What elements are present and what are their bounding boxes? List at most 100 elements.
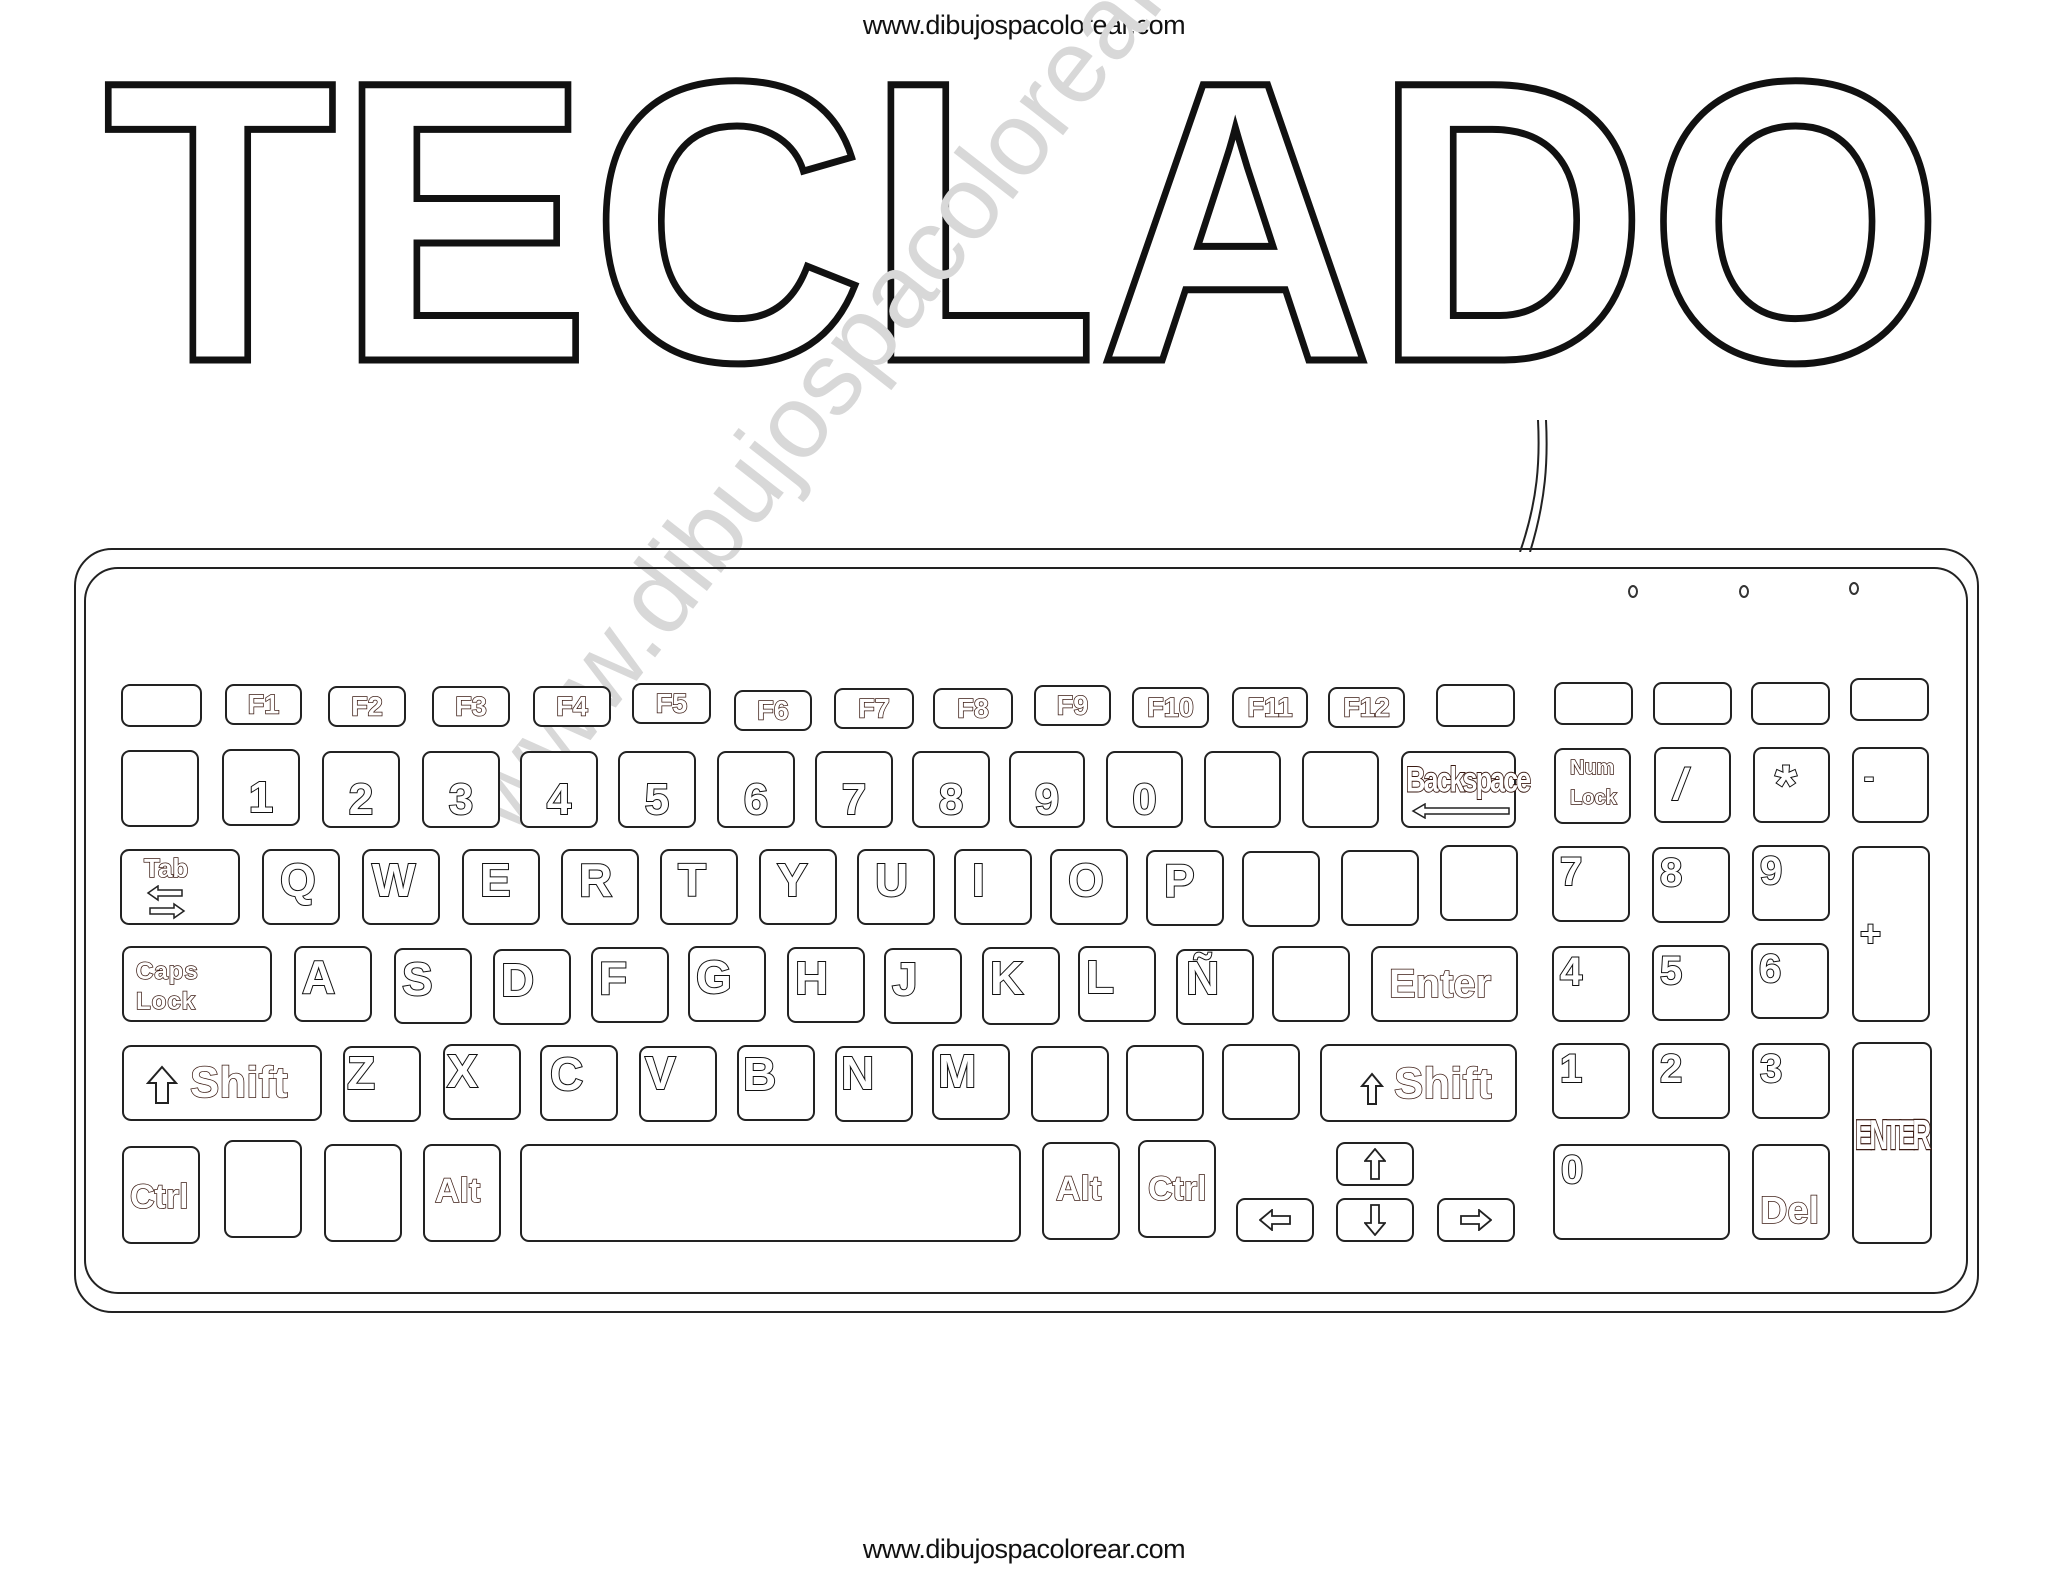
key-k[interactable]: K xyxy=(982,947,1060,1025)
key-arrow-left[interactable] xyxy=(1236,1198,1314,1242)
key-shift-right[interactable]: Shift xyxy=(1320,1044,1517,1122)
key-period[interactable] xyxy=(1126,1045,1204,1121)
key-f2[interactable]: F2 xyxy=(328,686,406,727)
key-y[interactable]: Y xyxy=(759,849,837,925)
key-ctrl-left[interactable]: Ctrl xyxy=(122,1146,200,1244)
key-w[interactable]: W xyxy=(362,849,440,925)
key-3[interactable]: 3 xyxy=(422,751,500,828)
key-numpad-0[interactable]: 0 xyxy=(1553,1144,1730,1240)
key-9[interactable]: 9 xyxy=(1009,751,1085,828)
key-h[interactable]: H xyxy=(787,947,865,1023)
key-backtick[interactable] xyxy=(121,750,199,827)
key-7[interactable]: 7 xyxy=(815,751,893,828)
key-numpad-8[interactable]: 8 xyxy=(1652,847,1730,923)
key-z[interactable]: Z xyxy=(343,1046,421,1122)
key-f7[interactable]: F7 xyxy=(834,688,914,729)
key-u[interactable]: U xyxy=(857,849,935,925)
key-p[interactable]: P xyxy=(1146,850,1224,926)
key-r[interactable]: R xyxy=(561,849,639,925)
key-arrow-down[interactable] xyxy=(1336,1198,1414,1242)
key-minus[interactable] xyxy=(1204,751,1281,828)
key-f4[interactable]: F4 xyxy=(533,686,611,727)
key-v[interactable]: V xyxy=(639,1046,717,1122)
key-comma[interactable] xyxy=(1031,1046,1109,1122)
key-numpad-divide[interactable]: / xyxy=(1654,747,1731,823)
key-g[interactable]: G xyxy=(688,946,766,1022)
key-numpad-3[interactable]: 3 xyxy=(1752,1043,1830,1119)
key-blank-fn[interactable] xyxy=(1436,684,1515,727)
key-n[interactable]: N xyxy=(835,1046,913,1122)
key-t[interactable]: T xyxy=(660,849,738,925)
key-f[interactable]: F xyxy=(591,947,669,1023)
key-backspace[interactable]: Backspace xyxy=(1401,751,1532,828)
key-numpad-top-4[interactable] xyxy=(1850,678,1929,721)
key-win[interactable] xyxy=(224,1140,302,1238)
key-numpad-6[interactable]: 6 xyxy=(1751,943,1829,1019)
key-c[interactable]: C xyxy=(540,1045,618,1121)
key-arrow-up[interactable] xyxy=(1336,1142,1414,1186)
key-fn[interactable] xyxy=(324,1144,402,1242)
key-slash[interactable] xyxy=(1222,1044,1300,1120)
key-2[interactable]: 2 xyxy=(322,751,400,828)
key-f9[interactable]: F9 xyxy=(1034,685,1111,726)
key-caps-lock[interactable]: Caps Lock xyxy=(122,946,272,1022)
key-label: 4 xyxy=(546,775,573,824)
key-m[interactable]: M xyxy=(932,1044,1010,1120)
key-a[interactable]: A xyxy=(294,946,372,1022)
key-space[interactable] xyxy=(520,1144,1021,1242)
key-numpad-minus[interactable]: - xyxy=(1852,747,1929,823)
key-backslash[interactable] xyxy=(1440,845,1518,921)
key-bracket-right[interactable] xyxy=(1341,850,1419,926)
key-6[interactable]: 6 xyxy=(717,751,795,828)
key-f5[interactable]: F5 xyxy=(632,683,711,724)
key-f10[interactable]: F10 xyxy=(1132,687,1209,728)
key-ctrl-right[interactable]: Ctrl xyxy=(1138,1140,1216,1238)
key-4[interactable]: 4 xyxy=(520,751,598,828)
key-numpad-7[interactable]: 7 xyxy=(1552,846,1630,922)
key-shift-left[interactable]: Shift xyxy=(122,1045,322,1121)
key-8[interactable]: 8 xyxy=(912,751,990,828)
key-numpad-top-3[interactable] xyxy=(1751,682,1830,725)
key-numpad-enter[interactable]: ENTER xyxy=(1852,1042,1932,1244)
key-l[interactable]: L xyxy=(1078,946,1156,1022)
key-numpad-plus[interactable]: + xyxy=(1852,846,1930,1022)
key-q[interactable]: Q xyxy=(262,849,340,925)
key-equals[interactable] xyxy=(1302,751,1379,828)
key-5[interactable]: 5 xyxy=(618,751,696,828)
key-numpad-9[interactable]: 9 xyxy=(1752,845,1830,921)
key-f8[interactable]: F8 xyxy=(933,688,1013,729)
key-f6[interactable]: F6 xyxy=(734,690,812,731)
key-f12[interactable]: F12 xyxy=(1328,687,1405,728)
key-j[interactable]: J xyxy=(884,948,962,1024)
key-1[interactable]: 1 xyxy=(222,749,300,826)
key-esc[interactable] xyxy=(121,684,202,727)
key-o[interactable]: O xyxy=(1050,849,1128,925)
key-numpad-multiply[interactable]: * xyxy=(1753,747,1830,823)
key-f11[interactable]: F11 xyxy=(1232,687,1308,728)
key-f1[interactable]: F1 xyxy=(225,684,302,725)
key-b[interactable]: B xyxy=(737,1045,815,1121)
key-quote[interactable] xyxy=(1272,946,1350,1022)
key-arrow-right[interactable] xyxy=(1437,1198,1515,1242)
key-numpad-1[interactable]: 1 xyxy=(1552,1043,1630,1119)
key-tab[interactable]: Tab xyxy=(120,849,240,925)
key-f3[interactable]: F3 xyxy=(432,686,510,727)
key-e[interactable]: E xyxy=(462,849,540,925)
key-numpad-5[interactable]: 5 xyxy=(1652,945,1730,1021)
key-s[interactable]: S xyxy=(394,948,472,1024)
key-i[interactable]: I xyxy=(954,849,1032,925)
key-numpad-top-2[interactable] xyxy=(1653,682,1732,725)
key-numlock[interactable]: Num Lock xyxy=(1554,748,1631,824)
key-0[interactable]: 0 xyxy=(1106,751,1183,828)
key-numpad-4[interactable]: 4 xyxy=(1552,946,1630,1022)
key-alt-left[interactable]: Alt xyxy=(423,1144,501,1242)
key-numpad-top-1[interactable] xyxy=(1554,682,1633,725)
key-n-tilde[interactable]: Ñ xyxy=(1176,949,1254,1025)
key-x[interactable]: X xyxy=(443,1044,521,1120)
key-d[interactable]: D xyxy=(493,949,571,1025)
key-enter[interactable]: Enter xyxy=(1371,946,1518,1022)
key-numpad-2[interactable]: 2 xyxy=(1652,1043,1730,1119)
key-bracket-left[interactable] xyxy=(1242,851,1320,927)
key-numpad-del[interactable]: Del xyxy=(1752,1144,1830,1240)
key-alt-right[interactable]: Alt xyxy=(1042,1142,1120,1240)
